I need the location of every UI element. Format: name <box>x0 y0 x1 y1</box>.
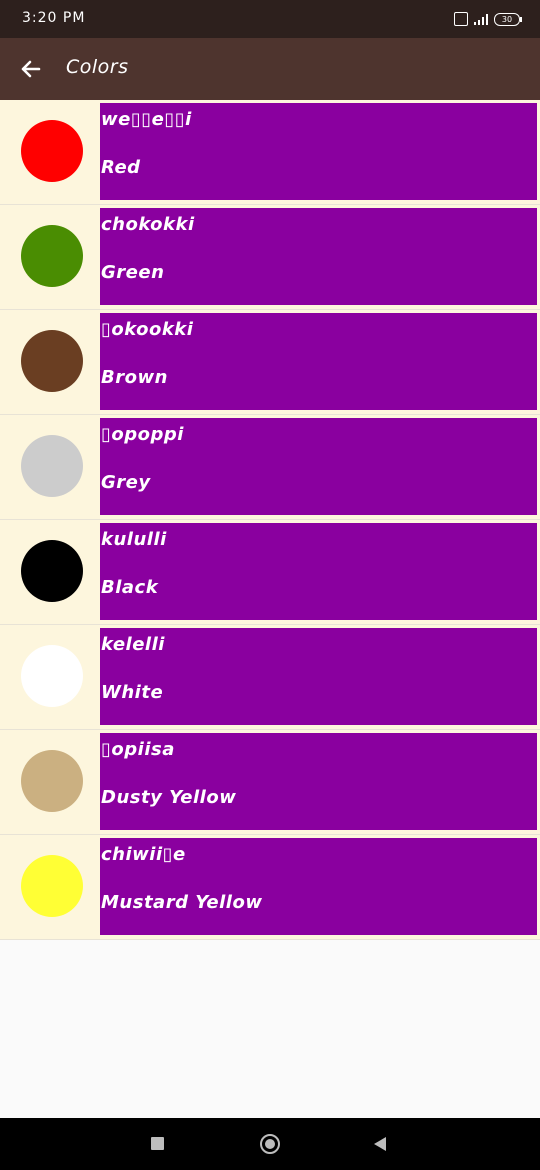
native-word: we▯▯e▯▯i <box>101 109 192 130</box>
color-swatch <box>21 435 83 497</box>
word-panel: ▯opoppi Grey <box>100 418 537 515</box>
color-swatch <box>21 750 83 812</box>
volte-icon <box>454 12 468 26</box>
list-item[interactable]: kululli Black <box>0 520 540 625</box>
word-panel: we▯▯e▯▯i Red <box>100 103 537 200</box>
status-bar: 3:20 PM 30 <box>0 0 540 38</box>
home-button[interactable] <box>260 1134 280 1154</box>
color-list: we▯▯e▯▯i Red chokokki Green ▯okookki Bro… <box>0 100 540 940</box>
list-item[interactable]: chiwii▯e Mustard Yellow <box>0 835 540 940</box>
recents-button[interactable] <box>151 1137 164 1150</box>
english-word: Dusty Yellow <box>101 787 237 808</box>
list-item[interactable]: we▯▯e▯▯i Red <box>0 100 540 205</box>
signal-icon <box>474 13 488 25</box>
list-item[interactable]: kelelli White <box>0 625 540 730</box>
word-panel: ▯okookki Brown <box>100 313 537 410</box>
battery-icon: 30 <box>494 12 522 26</box>
arrow-back-icon <box>21 60 41 78</box>
word-panel: chokokki Green <box>100 208 537 305</box>
english-word: White <box>101 682 164 703</box>
english-word: Brown <box>101 367 168 388</box>
color-swatch <box>21 120 83 182</box>
native-word: ▯opiisa <box>101 739 175 760</box>
list-item[interactable]: chokokki Green <box>0 205 540 310</box>
app-bar: Colors <box>0 38 540 100</box>
color-swatch <box>21 330 83 392</box>
list-item[interactable]: ▯opoppi Grey <box>0 415 540 520</box>
color-swatch <box>21 855 83 917</box>
english-word: Green <box>101 262 165 283</box>
nav-back-button[interactable] <box>373 1136 387 1152</box>
status-time: 3:20 PM <box>22 10 86 26</box>
list-item[interactable]: ▯okookki Brown <box>0 310 540 415</box>
native-word: kelelli <box>101 634 165 655</box>
word-panel: ▯opiisa Dusty Yellow <box>100 733 537 830</box>
status-icons: 30 <box>454 10 522 28</box>
english-word: Black <box>101 577 159 598</box>
native-word: chokokki <box>101 214 195 235</box>
word-panel: chiwii▯e Mustard Yellow <box>100 838 537 935</box>
list-item[interactable]: ▯opiisa Dusty Yellow <box>0 730 540 835</box>
navigation-bar <box>0 1118 540 1170</box>
native-word: ▯okookki <box>101 319 194 340</box>
color-swatch <box>21 225 83 287</box>
color-swatch <box>21 540 83 602</box>
english-word: Mustard Yellow <box>101 892 263 913</box>
color-swatch <box>21 645 83 707</box>
back-button[interactable] <box>14 53 46 85</box>
word-panel: kelelli White <box>100 628 537 725</box>
english-word: Grey <box>101 472 151 493</box>
word-panel: kululli Black <box>100 523 537 620</box>
native-word: chiwii▯e <box>101 844 186 865</box>
page-title: Colors <box>66 56 129 78</box>
native-word: kululli <box>101 529 167 550</box>
english-word: Red <box>101 157 141 178</box>
native-word: ▯opoppi <box>101 424 184 445</box>
